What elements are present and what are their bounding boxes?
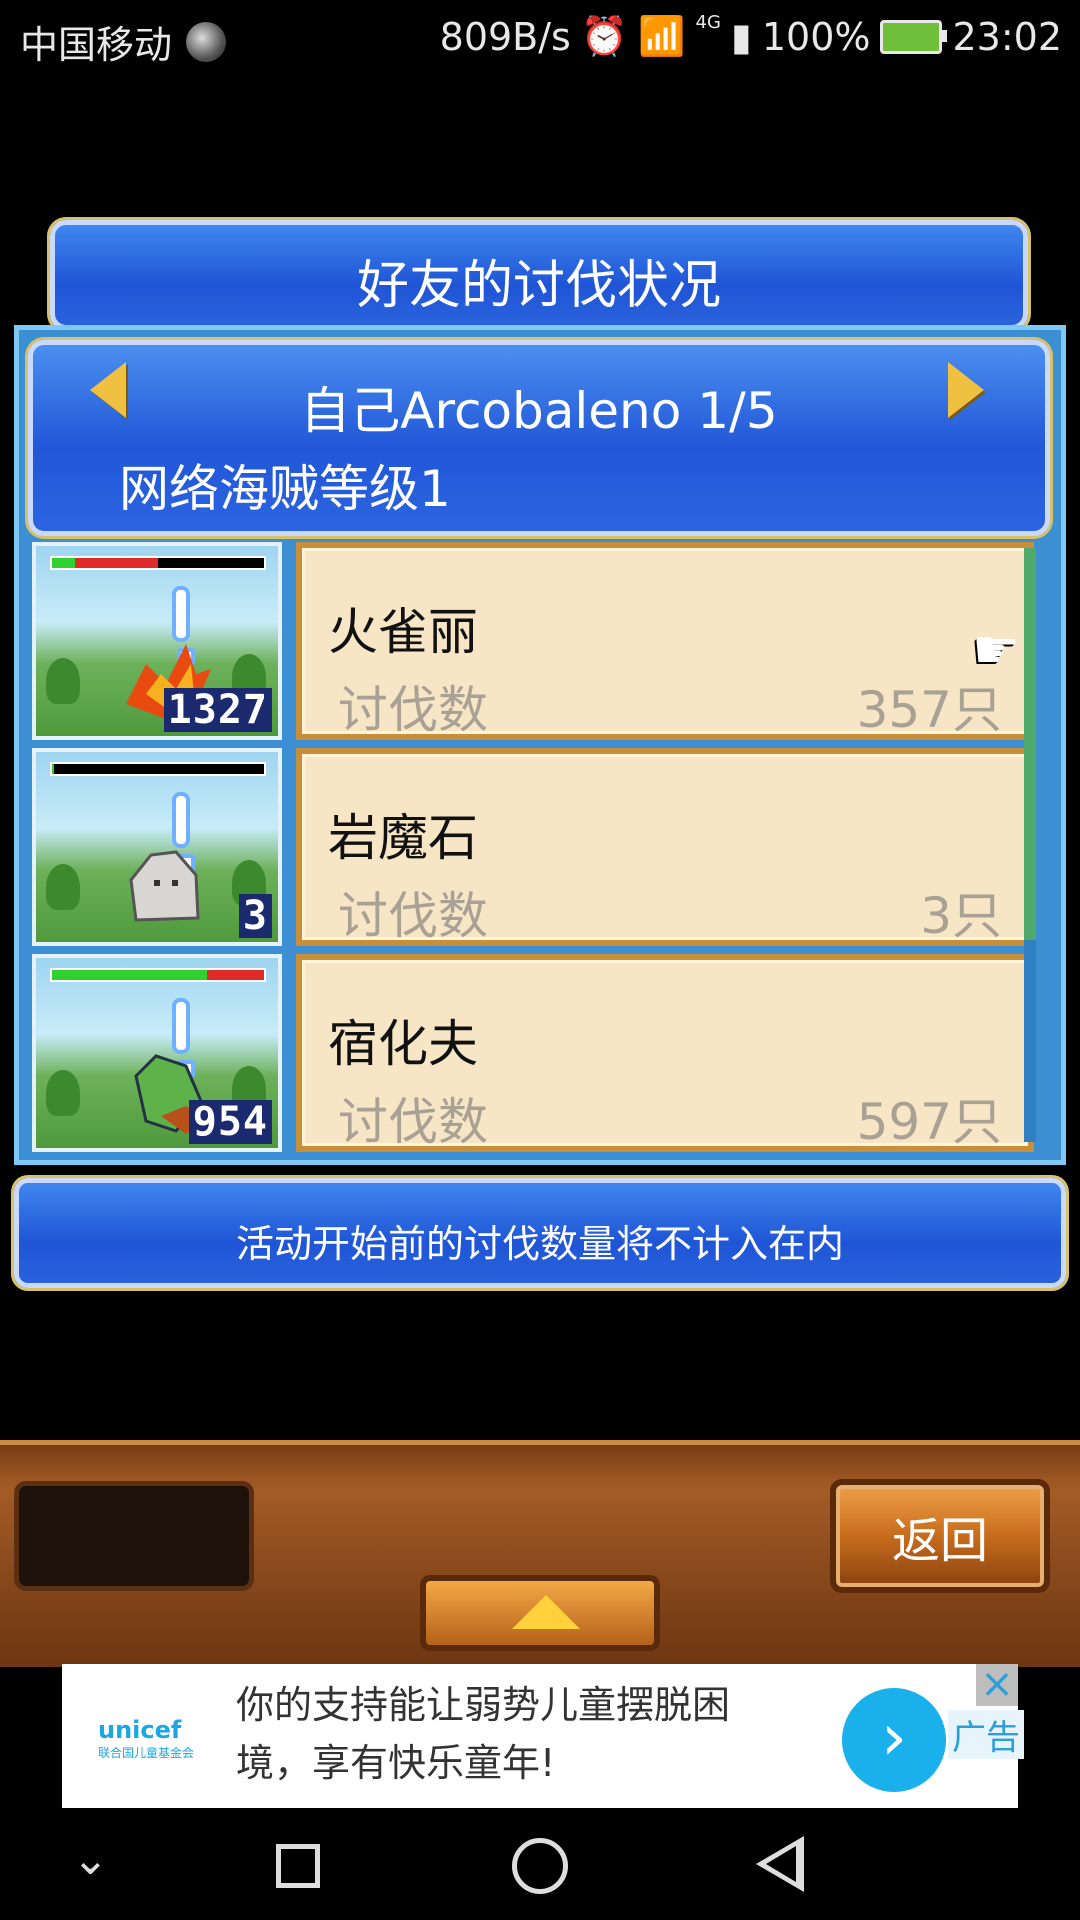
tree-icon bbox=[46, 658, 80, 704]
monster-name: 岩魔石 bbox=[328, 809, 478, 867]
list-scrollbar-thumb[interactable] bbox=[1024, 548, 1036, 941]
notice-text: 活动开始前的讨伐数量将不计入在内 bbox=[235, 1222, 844, 1266]
list-scrollbar[interactable] bbox=[1024, 548, 1036, 1142]
up-arrow-icon bbox=[512, 1595, 580, 1629]
monster-level: 1327 bbox=[163, 688, 272, 732]
empty-slot bbox=[14, 1481, 254, 1591]
scroll-up-button[interactable] bbox=[420, 1575, 660, 1651]
ad-banner[interactable]: unicef 联合国儿童基金会 你的支持能让弱势儿童摆脱困境，享有快乐童年! › bbox=[62, 1664, 1018, 1808]
monster-level: 954 bbox=[188, 1100, 272, 1144]
nav-back-icon[interactable] bbox=[756, 1836, 804, 1892]
list-item[interactable]: 1327 火雀丽 讨伐数 357只 bbox=[32, 542, 1034, 742]
monster-thumbnail: 954 bbox=[32, 954, 282, 1152]
page-title: 好友的讨伐状况 bbox=[356, 256, 721, 316]
notification-avatar-icon bbox=[186, 21, 227, 62]
status-left: 中国移动 bbox=[20, 14, 227, 69]
bottom-toolbar: 返回 bbox=[0, 1440, 1080, 1667]
kill-count-value: 3只 bbox=[920, 887, 1002, 945]
monster-card[interactable]: 宿化夫 讨伐数 597只 bbox=[296, 954, 1034, 1152]
player-name: 自己Arcobaleno 1/5 bbox=[300, 382, 778, 440]
ad-go-chevron-icon[interactable]: › bbox=[842, 1688, 946, 1792]
net-speed: 809B/s bbox=[439, 14, 571, 59]
status-bar: 中国移动 809B/s ⏰ 📶 4G ▮ 100% 23:02 bbox=[0, 0, 1080, 72]
kill-count-label: 讨伐数 bbox=[338, 1093, 488, 1151]
nav-collapse-chevron-icon[interactable]: ⌄ bbox=[72, 1834, 109, 1885]
monster-name: 宿化夫 bbox=[328, 1015, 478, 1073]
monster-level: 3 bbox=[238, 894, 272, 938]
hp-bar bbox=[50, 556, 266, 570]
monster-thumbnail: 1327 bbox=[32, 542, 282, 740]
monster-list[interactable]: 1327 火雀丽 讨伐数 357只 3 岩魔石 讨伐数 3只 954 宿化夫 讨… bbox=[32, 542, 1034, 1154]
ad-brand-sub: 联合国儿童基金会 bbox=[98, 1746, 195, 1760]
list-item[interactable]: 954 宿化夫 讨伐数 597只 bbox=[32, 954, 1034, 1154]
hp-green-fill bbox=[52, 970, 207, 980]
kill-count-label: 讨伐数 bbox=[338, 887, 488, 945]
tree-icon bbox=[46, 1070, 80, 1116]
rock-monster-icon bbox=[129, 850, 200, 922]
network-type: 4G bbox=[695, 12, 721, 33]
nav-recents-icon[interactable] bbox=[276, 1844, 320, 1888]
wifi-icon: 📶 bbox=[638, 14, 686, 58]
hp-bar bbox=[50, 762, 266, 776]
signal-icon: ▮ bbox=[730, 14, 752, 59]
title-banner: 好友的讨伐状况 bbox=[50, 220, 1028, 330]
player-header: 自己Arcobaleno 1/5 网络海贼等级1 bbox=[28, 340, 1050, 536]
ad-tag: 广告 bbox=[948, 1710, 1024, 1759]
monster-thumbnail: 3 bbox=[32, 748, 282, 946]
battery-percent: 100% bbox=[761, 14, 871, 59]
unicef-logo: unicef 联合国儿童基金会 bbox=[98, 1716, 194, 1761]
hp-red-fill bbox=[206, 970, 264, 980]
next-arrow-icon[interactable] bbox=[948, 362, 984, 418]
battery-icon bbox=[880, 19, 948, 54]
status-right: 809B/s ⏰ 📶 4G ▮ 100% 23:02 bbox=[439, 12, 1062, 59]
hp-green-fill bbox=[52, 764, 55, 774]
nav-home-icon[interactable] bbox=[512, 1838, 568, 1894]
player-level: 网络海贼等级1 bbox=[119, 460, 451, 518]
system-nav-bar: ⌄ bbox=[0, 1808, 1080, 1920]
prev-arrow-icon[interactable] bbox=[90, 362, 126, 418]
clock: 23:02 bbox=[952, 14, 1062, 59]
ad-text: 你的支持能让弱势儿童摆脱困境，享有快乐童年! bbox=[236, 1683, 731, 1785]
monster-card[interactable]: 岩魔石 讨伐数 3只 bbox=[296, 748, 1034, 946]
alarm-icon: ⏰ bbox=[580, 14, 629, 58]
ad-brand: unicef bbox=[98, 1716, 182, 1744]
carrier-label: 中国移动 bbox=[20, 23, 173, 67]
monster-name: 火雀丽 bbox=[328, 603, 478, 661]
monster-card[interactable]: 火雀丽 讨伐数 357只 bbox=[296, 542, 1034, 740]
hp-red-fill bbox=[75, 558, 158, 568]
ad-close-icon[interactable]: × bbox=[976, 1664, 1018, 1706]
tree-icon bbox=[46, 864, 80, 910]
list-item[interactable]: 3 岩魔石 讨伐数 3只 bbox=[32, 748, 1034, 948]
notice-banner: 活动开始前的讨伐数量将不计入在内 bbox=[14, 1178, 1066, 1288]
kill-count-value: 597只 bbox=[856, 1093, 1002, 1151]
pointing-hand-icon: ☚ bbox=[972, 618, 1021, 681]
hp-bar bbox=[50, 968, 266, 982]
back-button[interactable]: 返回 bbox=[830, 1479, 1050, 1593]
hp-green-fill bbox=[52, 558, 76, 568]
kill-count-label: 讨伐数 bbox=[338, 681, 488, 739]
